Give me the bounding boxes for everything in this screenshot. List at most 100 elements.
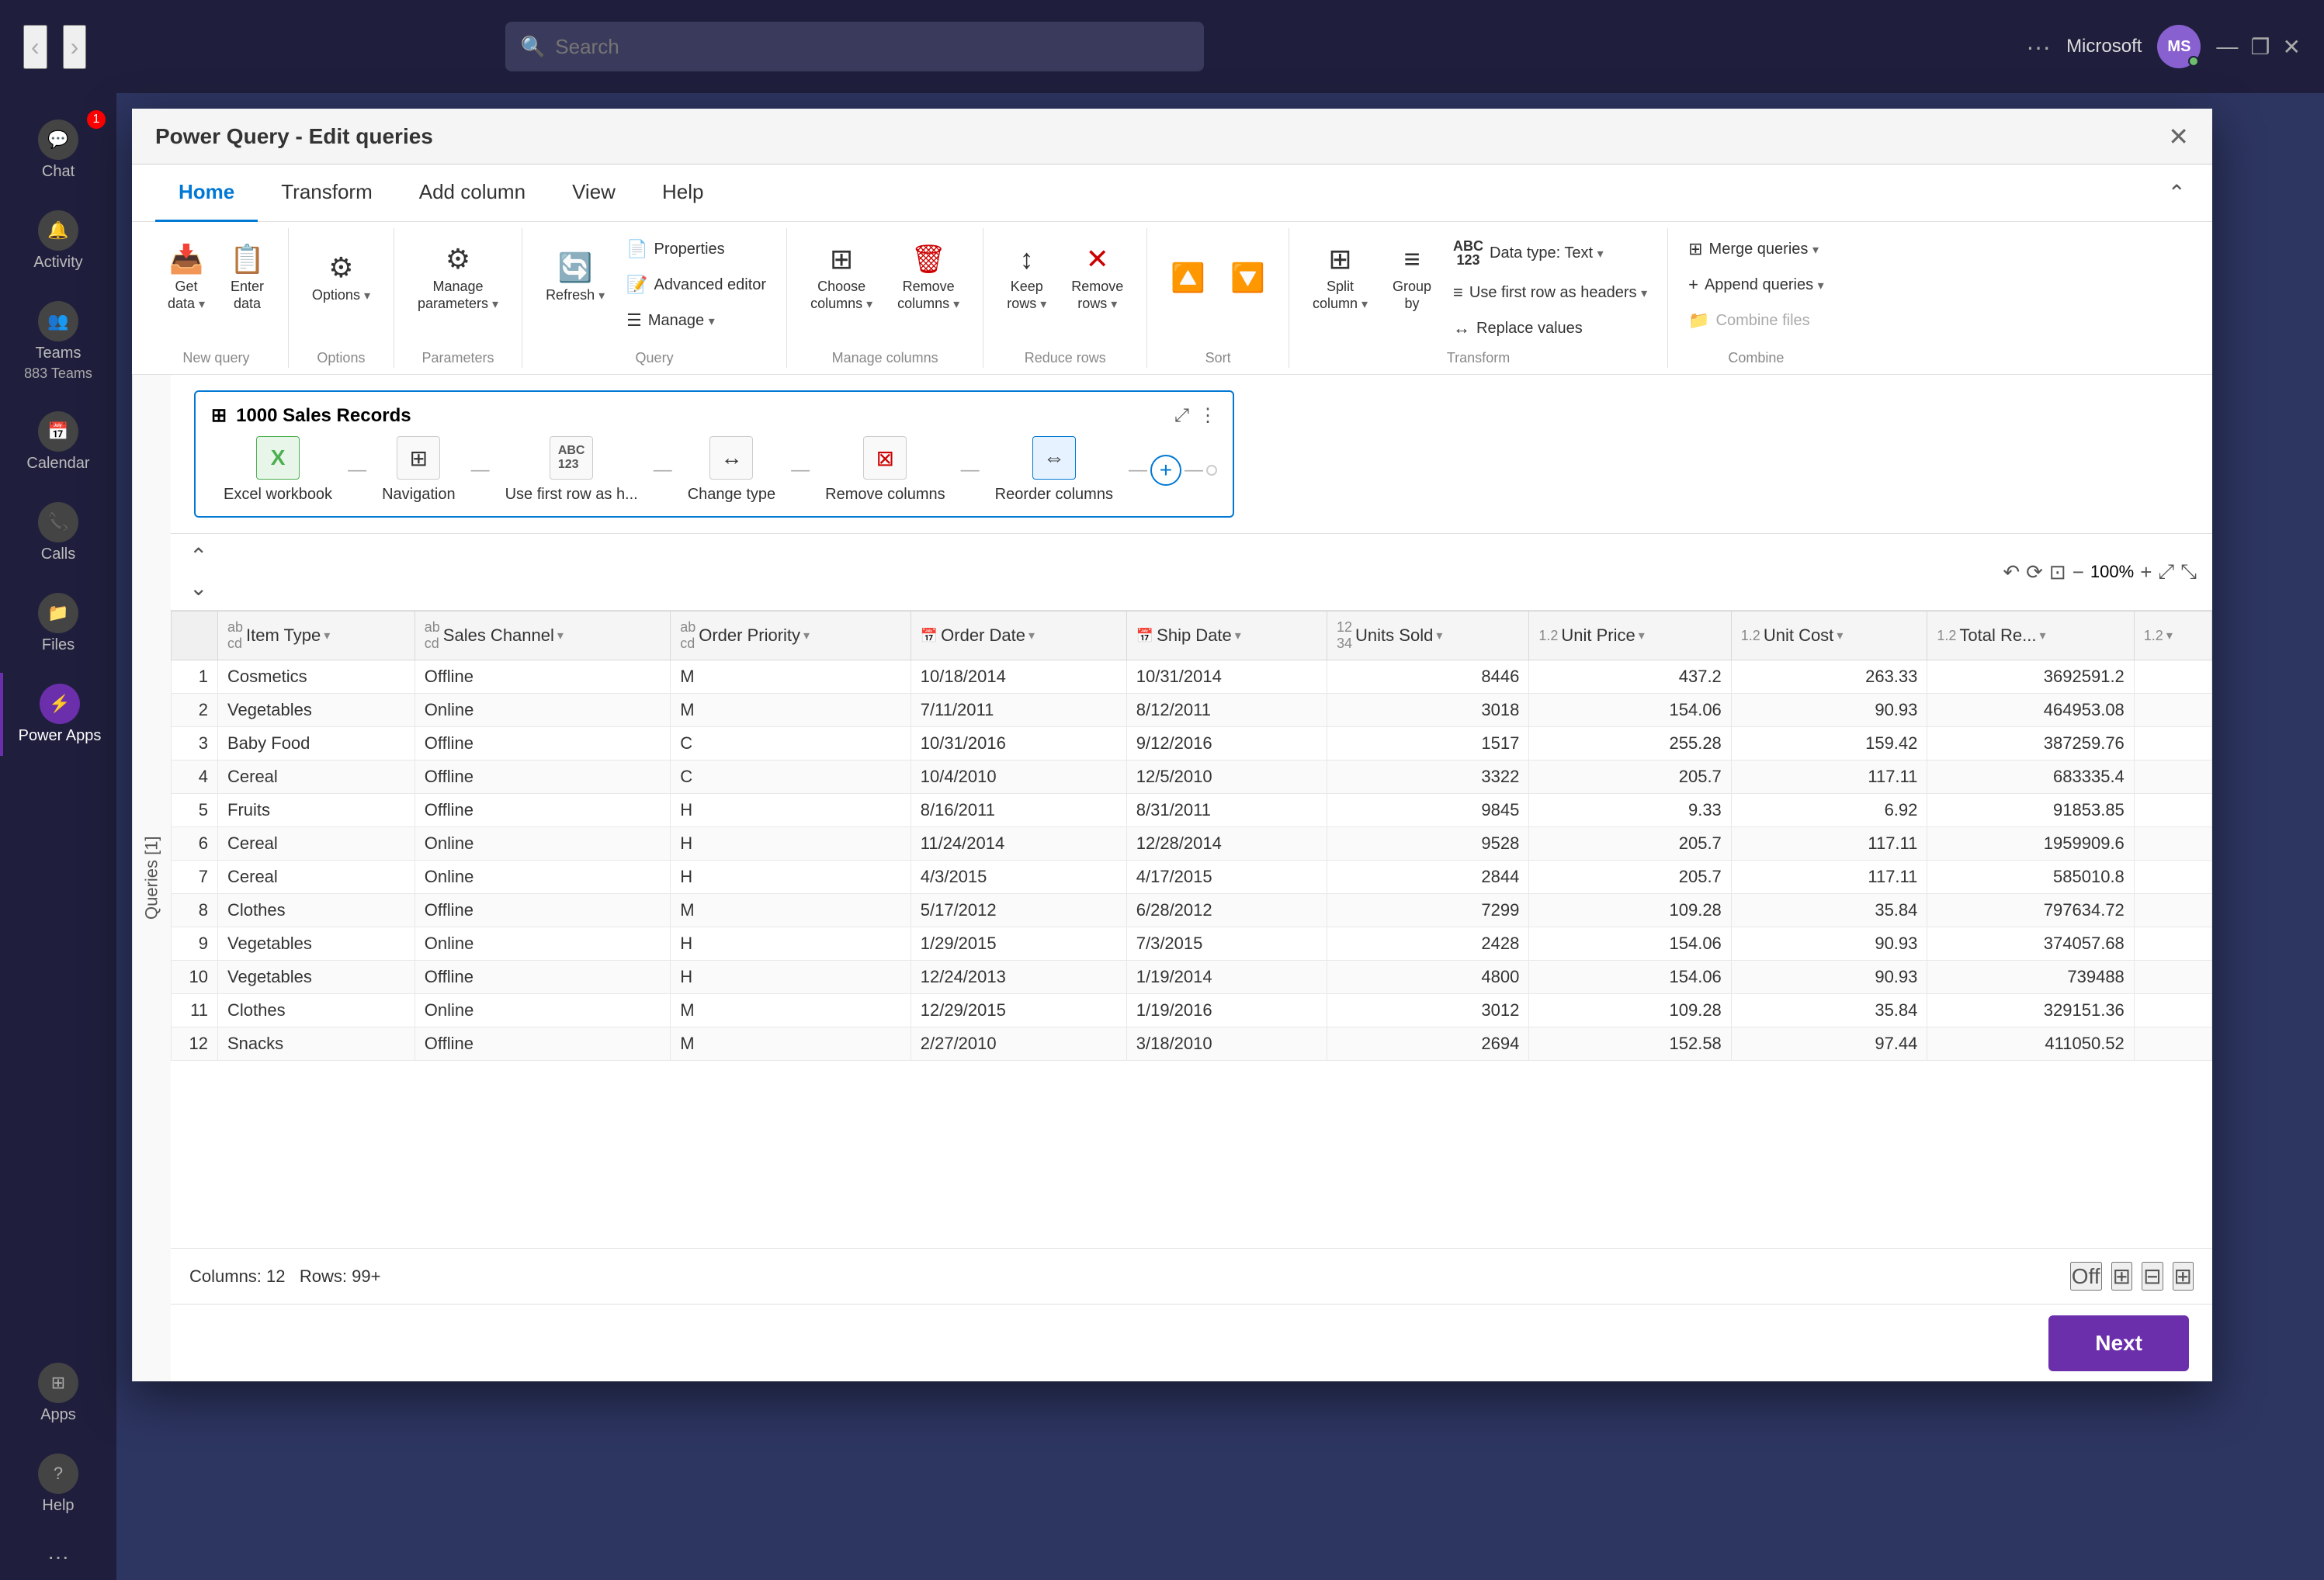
cell-total-revenue: 374057.68 bbox=[1927, 927, 2134, 961]
collapse-down-button[interactable]: ⌄ bbox=[186, 572, 210, 604]
keep-rows-button[interactable]: ↕ Keeprows ▾ bbox=[996, 231, 1057, 324]
choose-columns-button[interactable]: ⊞ Choosecolumns ▾ bbox=[800, 231, 883, 324]
first-row-headers-button[interactable]: ≡ Use first row as headers ▾ bbox=[1445, 278, 1655, 307]
th-item-type[interactable]: abcd Item Type ▾ bbox=[218, 612, 415, 660]
refresh-view-button[interactable]: ⟳ bbox=[2026, 560, 2043, 584]
view-columns-button[interactable]: ⊞ bbox=[2111, 1262, 2132, 1291]
tab-home[interactable]: Home bbox=[155, 165, 258, 222]
pipeline-step-navigation[interactable]: ⊞ Navigation bbox=[369, 436, 468, 504]
more-options-button[interactable]: ··· bbox=[2026, 33, 2051, 61]
data-type-button[interactable]: ABC123 Data type: Text ▾ bbox=[1445, 234, 1655, 272]
sidebar-item-more[interactable]: ··· bbox=[0, 1533, 116, 1580]
merge-queries-button[interactable]: ⊞ Merge queries ▾ bbox=[1681, 234, 1832, 264]
cell-total-revenue: 91853.85 bbox=[1927, 794, 2134, 827]
refresh-button[interactable]: 🔄 Refresh ▾ bbox=[535, 231, 616, 324]
pipeline-expand-button[interactable]: ⤢ bbox=[1174, 405, 1189, 427]
th-order-date[interactable]: 📅 Order Date ▾ bbox=[911, 612, 1126, 660]
table-icon: ⊞ bbox=[211, 404, 227, 427]
th-units-sold[interactable]: 1234 Units Sold ▾ bbox=[1327, 612, 1529, 660]
cell-sales-channel: Online bbox=[415, 994, 670, 1027]
manage-button[interactable]: ☰ Manage ▾ bbox=[619, 306, 774, 335]
tab-transform[interactable]: Transform bbox=[258, 165, 396, 222]
tab-view[interactable]: View bbox=[549, 165, 639, 222]
cell-unit-price: 109.28 bbox=[1529, 994, 1731, 1027]
table-row: 2 Vegetables Online M 7/11/2011 8/12/201… bbox=[172, 694, 2212, 727]
get-data-button[interactable]: 📥 Getdata ▾ bbox=[157, 231, 216, 324]
sort-sales-channel-icon: ▾ bbox=[557, 628, 564, 643]
view-grid-button[interactable]: ⊞ bbox=[2173, 1262, 2194, 1291]
view-off-button[interactable]: Off bbox=[2070, 1262, 2102, 1291]
fit-button[interactable]: ⊡ bbox=[2049, 560, 2066, 584]
sort-za-icon: 🔽 bbox=[1230, 262, 1265, 294]
manage-parameters-button[interactable]: ⚙ Manageparameters ▾ bbox=[407, 231, 509, 324]
modal-close-button[interactable]: ✕ bbox=[2168, 122, 2189, 151]
th-order-priority[interactable]: abcd Order Priority ▾ bbox=[671, 612, 911, 660]
undo-button[interactable]: ↶ bbox=[2003, 560, 2020, 584]
sidebar-item-apps[interactable]: ⊞ Apps bbox=[0, 1352, 116, 1435]
options-button[interactable]: ⚙ Options ▾ bbox=[301, 231, 381, 324]
nav-back-button[interactable]: ‹ bbox=[23, 25, 47, 69]
pipeline-add-step-button[interactable]: + bbox=[1150, 455, 1181, 486]
view-table-button[interactable]: ⊟ bbox=[2142, 1262, 2163, 1291]
remove-columns-button[interactable]: 🗑 Removecolumns ▾ bbox=[886, 231, 970, 324]
th-unit-cost[interactable]: 1.2 Unit Cost ▾ bbox=[1731, 612, 1927, 660]
replace-values-button[interactable]: ↔ Replace values bbox=[1445, 314, 1655, 343]
sidebar-item-calendar[interactable]: 📅 Calendar bbox=[0, 400, 116, 483]
th-unit-price[interactable]: 1.2 Unit Price ▾ bbox=[1529, 612, 1731, 660]
expand-button[interactable]: ⤢ bbox=[2158, 560, 2174, 584]
sidebar-item-chat[interactable]: 💬 Chat 1 bbox=[0, 109, 116, 192]
ribbon-tabs: Home Transform Add column View Help ⌃ bbox=[132, 165, 2212, 222]
remove-rows-button[interactable]: ✕ Removerows ▾ bbox=[1060, 231, 1134, 324]
th-sales-channel[interactable]: abcd Sales Channel ▾ bbox=[415, 612, 670, 660]
nav-forward-button[interactable]: › bbox=[63, 25, 87, 69]
pipeline-step-first-row[interactable]: ABC123 Use first row as h... bbox=[493, 436, 650, 504]
ribbon-group-sort: 🔼 🔽 Sort bbox=[1147, 228, 1289, 368]
avatar[interactable]: MS bbox=[2157, 25, 2201, 68]
sidebar-item-files[interactable]: 📁 Files bbox=[0, 582, 116, 665]
group-by-button[interactable]: ≡ Groupby bbox=[1382, 231, 1442, 324]
sidebar-item-activity[interactable]: 🔔 Activity bbox=[0, 199, 116, 282]
data-area[interactable]: abcd Item Type ▾ abcd Sales Channel ▾ bbox=[171, 611, 2212, 1248]
sidebar-item-powerapps[interactable]: ⚡ Power Apps bbox=[0, 673, 116, 756]
pipeline-step-excel-workbook[interactable]: X Excel workbook bbox=[211, 436, 345, 504]
next-button[interactable]: Next bbox=[2048, 1315, 2189, 1371]
sidebar-item-help[interactable]: ? Help bbox=[0, 1443, 116, 1526]
sort-za-button[interactable]: 🔽 bbox=[1219, 231, 1276, 324]
advanced-editor-button[interactable]: 📝 Advanced editor bbox=[619, 270, 774, 300]
pipeline-card: ⊞ 1000 Sales Records ⤢ ⋮ X Excel workboo… bbox=[194, 390, 1234, 518]
pipeline-step-remove-columns[interactable]: ⊠ Remove columns bbox=[813, 436, 958, 504]
tab-add-column[interactable]: Add column bbox=[396, 165, 549, 222]
th-col10[interactable]: 1.2 ▾ bbox=[2134, 612, 2211, 660]
pipeline-end bbox=[1206, 465, 1217, 476]
collapse-button[interactable]: ⤡ bbox=[2180, 560, 2197, 584]
pipeline-step-reorder-columns[interactable]: ⇔ Reorder columns bbox=[983, 436, 1126, 504]
zoom-in-button[interactable]: + bbox=[2140, 560, 2152, 584]
sidebar-item-calls[interactable]: 📞 Calls bbox=[0, 491, 116, 574]
main-content: Queries [1] ⊞ 1000 Sales Records ⤢ ⋮ bbox=[132, 375, 2212, 1381]
cell-unit-cost: 35.84 bbox=[1731, 994, 1927, 1027]
sort-az-icon: 🔼 bbox=[1171, 262, 1205, 294]
minimize-button[interactable]: — bbox=[2216, 34, 2238, 59]
sort-az-button[interactable]: 🔼 bbox=[1160, 231, 1216, 324]
maximize-button[interactable]: ❐ bbox=[2250, 34, 2270, 60]
cell-order-date: 8/16/2011 bbox=[911, 794, 1126, 827]
cell-unit-price: 255.28 bbox=[1529, 727, 1731, 761]
split-column-button[interactable]: ⊞ Splitcolumn ▾ bbox=[1302, 231, 1379, 324]
close-button[interactable]: ✕ bbox=[2283, 34, 2301, 60]
enter-data-button[interactable]: 📋 Enterdata bbox=[219, 231, 276, 324]
pipeline-more-button[interactable]: ⋮ bbox=[1198, 404, 1217, 427]
sidebar-item-label: Chat bbox=[42, 163, 75, 181]
search-input[interactable] bbox=[555, 35, 1188, 59]
pipeline-step-change-type[interactable]: ↔ Change type bbox=[675, 436, 788, 504]
combine-files-button[interactable]: 📁 Combine files bbox=[1681, 306, 1832, 335]
sidebar-item-teams[interactable]: 👥 Teams 883 Teams bbox=[0, 290, 116, 393]
collapse-up-button[interactable]: ⌃ bbox=[186, 540, 210, 572]
cell-sales-channel: Offline bbox=[415, 961, 670, 994]
zoom-out-button[interactable]: − bbox=[2073, 560, 2084, 584]
properties-button[interactable]: 📄 Properties bbox=[619, 234, 774, 264]
tab-help[interactable]: Help bbox=[639, 165, 727, 222]
ribbon-collapse-button[interactable]: ⌃ bbox=[2165, 177, 2189, 209]
th-ship-date[interactable]: 📅 Ship Date ▾ bbox=[1126, 612, 1327, 660]
th-total-revenue[interactable]: 1.2 Total Re... ▾ bbox=[1927, 612, 2134, 660]
append-queries-button[interactable]: + Append queries ▾ bbox=[1681, 270, 1832, 300]
